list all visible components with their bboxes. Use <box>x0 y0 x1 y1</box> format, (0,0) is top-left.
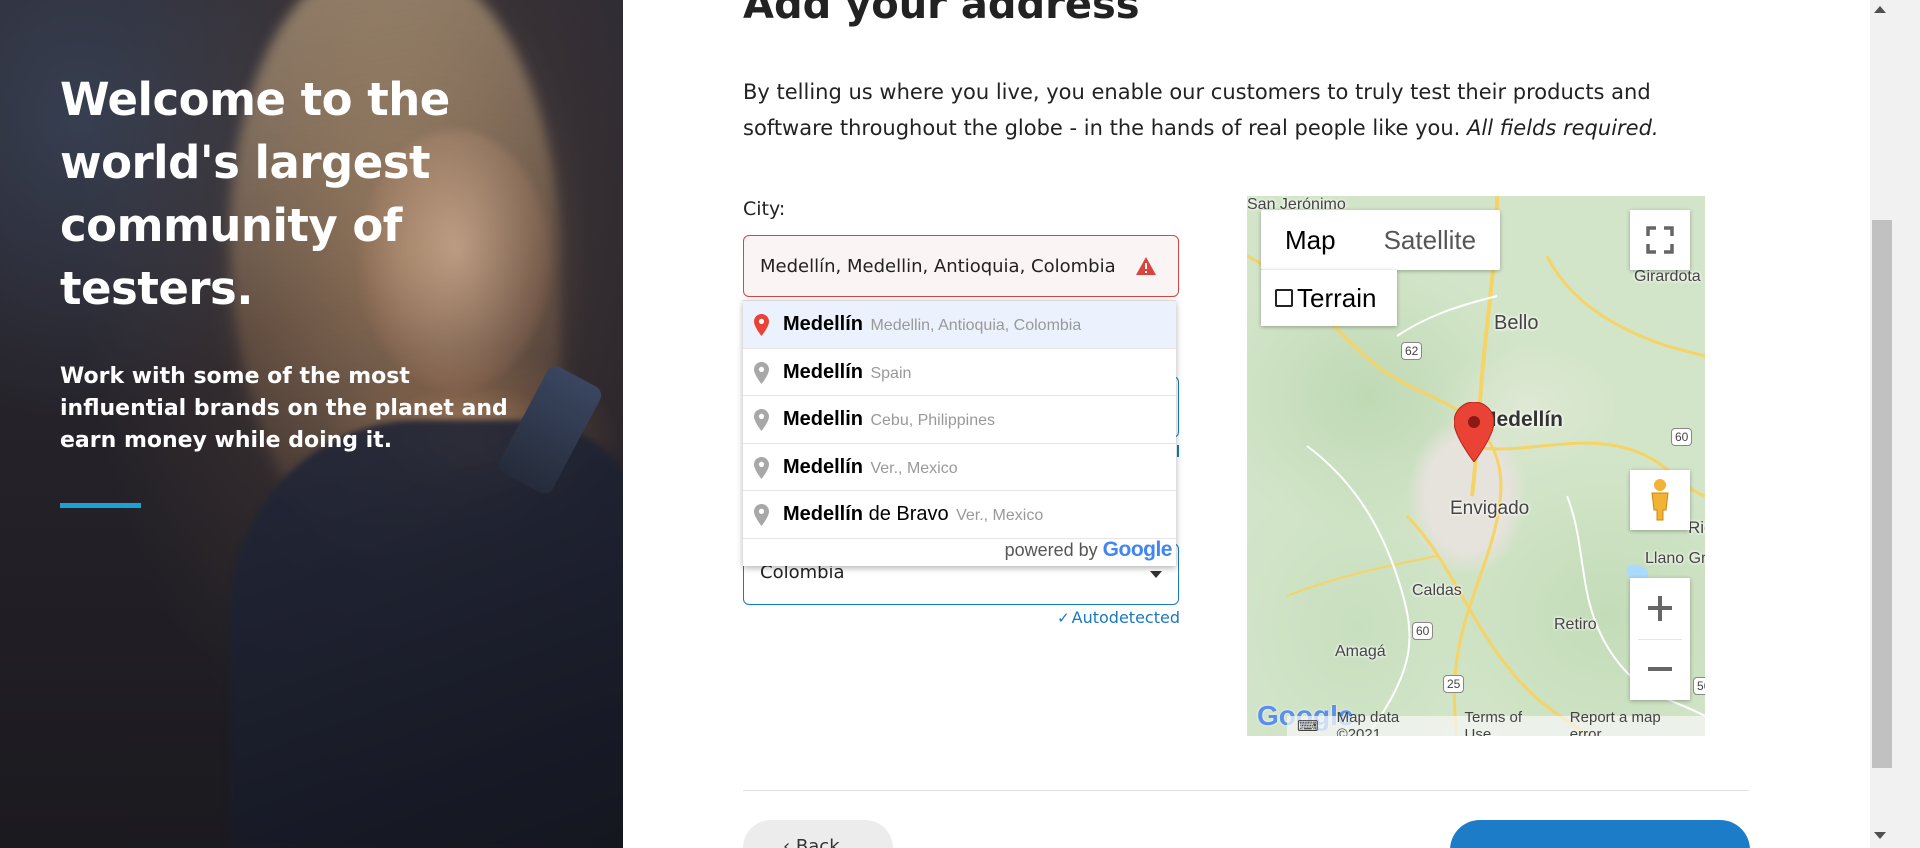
map-label-rio: Rio <box>1688 518 1705 537</box>
map-label-caldas: Caldas <box>1412 582 1462 599</box>
powered-by-google: powered by Google <box>1004 538 1173 562</box>
map-type-control: Map Satellite <box>1261 210 1501 270</box>
street-view-pegman[interactable] <box>1630 470 1690 530</box>
intro-text: By telling us where you live, you enable… <box>743 74 1683 146</box>
autocomplete-secondary: Medellin, Antioquia, Colombia <box>870 317 1082 334</box>
zoom-control <box>1630 578 1690 700</box>
chevron-down-icon <box>1150 571 1162 578</box>
city-label: City: <box>743 198 786 220</box>
footer-divider <box>743 790 1749 791</box>
route-shield: 62 <box>1401 342 1423 360</box>
back-label: Back <box>795 836 840 848</box>
autocomplete-match: Medellín <box>783 455 864 478</box>
hero-title: Welcome to the world's largest community… <box>60 73 450 315</box>
autocomplete-rest: de Bravo <box>863 503 949 525</box>
map-label-girardota: Girardota <box>1634 268 1701 285</box>
hero-panel: Welcome to the world's largest community… <box>0 0 623 848</box>
pegman-icon <box>1651 479 1669 521</box>
route-shield: 56 <box>1693 677 1705 695</box>
google-logo: Google <box>1102 538 1173 561</box>
page-title: Add your address <box>743 0 1140 28</box>
map-type-satellite-button[interactable]: Satellite <box>1360 210 1501 270</box>
fullscreen-button[interactable] <box>1630 210 1690 270</box>
autocomplete-match: Medellín <box>783 503 864 525</box>
autocomplete-match: Medellin <box>783 408 864 430</box>
autocomplete-dropdown: Medellín Medellin, Antioquia, Colombia M… <box>743 300 1176 566</box>
keyboard-icon[interactable]: ⌨ <box>1297 717 1319 735</box>
fullscreen-icon <box>1646 226 1674 254</box>
map-report-link[interactable]: Report a map error <box>1570 709 1695 736</box>
location-pin-icon <box>754 361 769 384</box>
terrain-label: Terrain <box>1297 282 1377 313</box>
check-icon: ✓ <box>1057 609 1070 627</box>
map-label-llano-grande: Llano Grand <box>1645 550 1705 567</box>
terrain-checkbox[interactable] <box>1275 289 1293 307</box>
map-attribution: Map data ©2021 <box>1336 709 1400 736</box>
map-terms-link[interactable]: Terms of Use <box>1464 709 1551 736</box>
powered-by-label: powered by <box>1004 540 1098 560</box>
location-pin-icon <box>754 504 769 526</box>
hero-subtitle: Work with some of the most influential b… <box>60 364 508 453</box>
map-marker-icon[interactable] <box>1454 402 1494 462</box>
location-pin-icon <box>754 314 769 336</box>
city-input[interactable] <box>743 235 1179 297</box>
route-shield: 60 <box>1412 622 1434 640</box>
intro-required-note: All fields required. <box>1467 116 1659 140</box>
autocomplete-item[interactable]: Medellin Cebu, Philippines <box>743 396 1176 444</box>
autodetected-note: ✓ Autodetected <box>1048 608 1180 627</box>
map-label-bello: Bello <box>1494 312 1539 334</box>
map-attribution-bar: ⌨ Map data ©2021 Terms of Use Report a m… <box>1287 709 1705 736</box>
location-pin-icon <box>754 409 769 431</box>
autocomplete-secondary: Spain <box>870 364 912 382</box>
hero-accent-bar <box>60 503 141 508</box>
autodetected-label: Autodetected <box>1071 608 1180 627</box>
back-button[interactable]: ‹ Back <box>743 820 893 848</box>
terrain-toggle[interactable]: Terrain <box>1261 270 1397 326</box>
map-label-retiro: Retiro <box>1554 616 1597 633</box>
map[interactable]: San Jerónimo Girardota Bello Medellín En… <box>1247 196 1705 736</box>
warning-icon <box>1136 257 1156 275</box>
zoom-out-button[interactable] <box>1630 639 1690 700</box>
scroll-up-arrow-icon[interactable] <box>1874 6 1886 13</box>
hero-image-arm <box>230 420 623 848</box>
autocomplete-secondary: Cebu, Philippines <box>870 412 995 429</box>
autocomplete-item[interactable]: Medellín Spain <box>743 349 1176 396</box>
next-step-button[interactable] <box>1450 820 1750 848</box>
chevron-left-icon: ‹ <box>783 836 796 848</box>
autocomplete-item[interactable]: Medellín Medellin, Antioquia, Colombia <box>743 301 1176 349</box>
autocomplete-match: Medellín <box>783 360 864 383</box>
autocomplete-secondary: Ver., Mexico <box>870 459 958 477</box>
scrollbar-thumb[interactable] <box>1872 220 1892 768</box>
route-shield: 25 <box>1443 675 1465 693</box>
map-label-amaga: Amagá <box>1335 643 1386 660</box>
location-pin-icon <box>754 456 769 479</box>
autocomplete-item[interactable]: Medellín Ver., Mexico <box>743 444 1176 491</box>
map-type-map-button[interactable]: Map <box>1261 210 1360 270</box>
map-label-envigado: Envigado <box>1450 498 1530 519</box>
route-shield: 60 <box>1671 428 1693 446</box>
autocomplete-secondary: Ver., Mexico <box>956 507 1044 524</box>
autocomplete-item[interactable]: Medellín de Bravo Ver., Mexico <box>743 491 1176 539</box>
zoom-in-button[interactable] <box>1630 578 1690 639</box>
scroll-down-arrow-icon[interactable] <box>1874 832 1886 839</box>
autocomplete-match: Medellín <box>783 313 864 335</box>
